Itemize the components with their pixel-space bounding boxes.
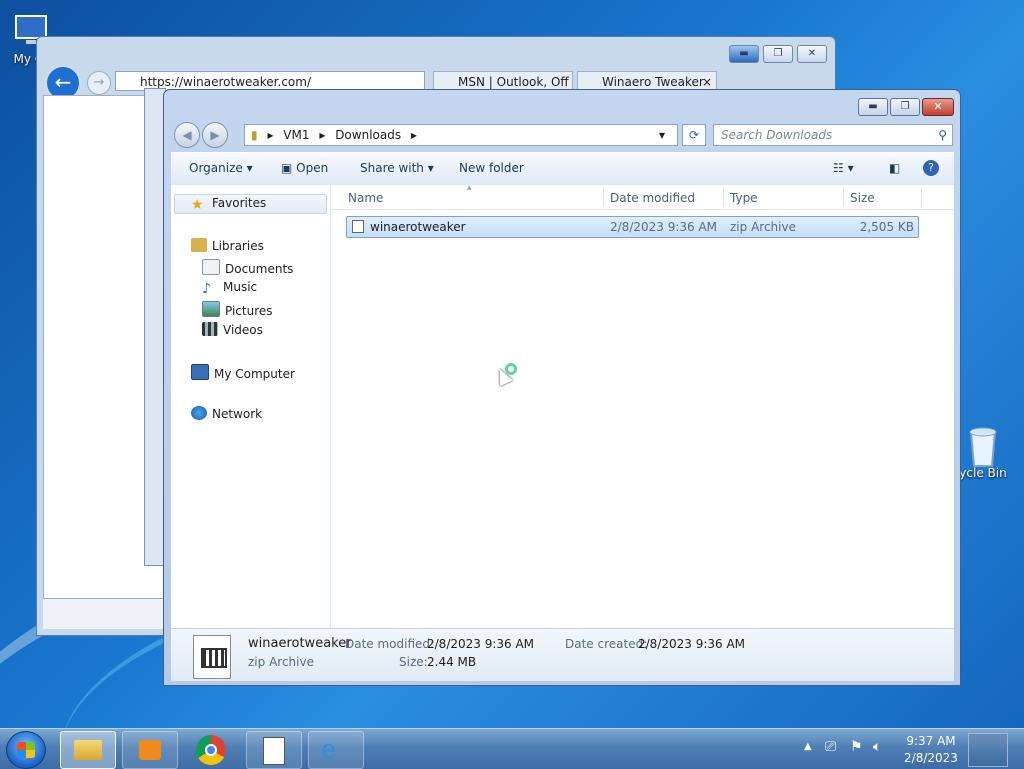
- column-header-name[interactable]: Name: [348, 191, 383, 205]
- column-headers: ▴ Name Date modified Type Size: [331, 183, 954, 210]
- close-button[interactable]: ✕: [922, 98, 954, 116]
- browser-minimize-button[interactable]: ▬: [729, 45, 759, 63]
- file-name: winaerotweaker: [370, 220, 466, 234]
- breadcrumb[interactable]: ▮ ▸ VM1 ▸ Downloads ▸ ▾: [244, 124, 678, 146]
- taskbar-explorer-button[interactable]: [60, 731, 116, 769]
- minimize-button[interactable]: ▬: [858, 98, 888, 116]
- nav-item-favorites[interactable]: ★ Favorites: [191, 196, 266, 213]
- browser-maximize-button[interactable]: ❐: [763, 45, 793, 63]
- network-tray-icon[interactable]: ⎚: [825, 739, 836, 755]
- action-center-icon[interactable]: ⚑: [850, 739, 863, 755]
- search-placeholder: Search Downloads: [721, 128, 833, 142]
- network-icon: [191, 406, 207, 420]
- navigation-pane: ★ Favorites Libraries Documents ♪ Music Pi…: [171, 185, 331, 628]
- details-size-label: Size:: [399, 655, 428, 669]
- open-icon: ▣: [281, 161, 293, 175]
- taskbar-media-player-button[interactable]: [122, 731, 178, 769]
- share-with-button[interactable]: Share with ▾: [360, 161, 434, 175]
- nav-item-documents[interactable]: Documents: [202, 259, 293, 276]
- taskbar-archive-button[interactable]: [246, 731, 302, 769]
- sort-ascending-icon: ▴: [467, 183, 472, 193]
- column-header-size[interactable]: Size: [850, 191, 875, 205]
- details-file-type: zip Archive: [248, 655, 314, 669]
- organize-button[interactable]: Organize ▾: [189, 161, 253, 175]
- breadcrumb-separator-icon: ▸: [267, 128, 274, 142]
- nav-item-computer[interactable]: My Computer: [191, 364, 295, 381]
- breadcrumb-dropdown-icon[interactable]: ▾: [659, 125, 665, 145]
- search-icon: ⚲: [938, 128, 947, 142]
- browser-close-button[interactable]: ✕: [797, 45, 827, 63]
- new-folder-button[interactable]: New folder: [459, 161, 524, 175]
- file-size: 2,505 KB: [859, 220, 914, 234]
- zip-file-icon: [352, 220, 364, 233]
- browser-tab-msn[interactable]: MSN | Outlook, Off: [433, 71, 573, 91]
- breadcrumb-item[interactable]: VM1: [283, 128, 309, 142]
- start-button[interactable]: [6, 731, 46, 769]
- folder-icon: ▮: [251, 128, 258, 142]
- videos-icon: [202, 322, 218, 336]
- breadcrumb-separator-icon: ▸: [319, 128, 326, 142]
- nav-item-music[interactable]: ♪ Music: [202, 280, 257, 297]
- details-pane: winaerotweaker zip Archive Date modified…: [171, 628, 954, 681]
- explorer-body: ★ Favorites Libraries Documents ♪ Music Pi…: [171, 183, 954, 628]
- desktop-icon-label: ycle Bin: [959, 466, 1007, 480]
- archive-icon: [263, 737, 285, 765]
- breadcrumb-item[interactable]: Downloads: [335, 128, 401, 142]
- forward-button[interactable]: ▶: [202, 122, 228, 148]
- column-header-date-modified[interactable]: Date modified: [610, 191, 695, 205]
- maximize-button[interactable]: ❐: [890, 98, 920, 116]
- open-button[interactable]: ▣ Open: [281, 161, 328, 175]
- clock-time[interactable]: 9:37 AM: [901, 734, 961, 748]
- browser-tab-winaero[interactable]: Winaero Tweaker ×: [577, 71, 717, 91]
- taskbar-chrome-button[interactable]: [184, 731, 240, 769]
- browser-forward-button[interactable]: →: [87, 71, 111, 95]
- computer-icon: [191, 364, 209, 380]
- libraries-icon: [191, 238, 207, 252]
- volume-icon[interactable]: 🔈︎: [873, 739, 881, 755]
- details-date-modified: 2/8/2023 9:36 AM: [427, 637, 535, 651]
- clock-date[interactable]: 2/8/2023: [901, 751, 961, 765]
- internet-explorer-icon: e: [321, 735, 337, 765]
- explorer-window[interactable]: ▬ ❐ ✕ ◀ ▶ ▮ ▸ VM1 ▸ Downloads ▸ ▾ ⟳ Sear…: [163, 89, 961, 686]
- chrome-icon: [196, 735, 226, 765]
- taskbar: e ▲ ⎚ ⚑ 🔈︎ 9:37 AM 2/8/2023: [0, 728, 1024, 769]
- documents-icon: [202, 259, 220, 275]
- view-options-icon[interactable]: ☷ ▾: [833, 161, 854, 175]
- nav-item-videos[interactable]: Videos: [202, 322, 263, 337]
- busy-indicator-icon: [505, 363, 517, 375]
- tab-label: MSN | Outlook, Off: [458, 75, 569, 89]
- file-type: zip Archive: [730, 220, 796, 234]
- show-desktop-button[interactable]: [968, 733, 1008, 767]
- music-icon: ♪: [202, 281, 211, 297]
- details-date-created-label: Date created:: [565, 637, 648, 651]
- details-date-created: 2/8/2023 9:36 AM: [638, 637, 746, 651]
- file-row[interactable]: winaerotweaker 2/8/2023 9:36 AM zip Arch…: [346, 216, 919, 238]
- folder-icon: [74, 740, 102, 760]
- url-text: https://winaerotweaker.com/: [140, 75, 311, 89]
- refresh-button[interactable]: ⟳: [682, 124, 706, 146]
- nav-item-libraries[interactable]: Libraries: [191, 238, 264, 253]
- zip-archive-icon: [193, 635, 231, 679]
- details-file-name: winaerotweaker: [248, 636, 352, 651]
- file-date-modified: 2/8/2023 9:36 AM: [610, 220, 718, 234]
- recycle-bin-icon: [963, 424, 1003, 467]
- back-button[interactable]: ◀: [174, 122, 200, 148]
- command-bar: Organize ▾ ▣ Open Share with ▾ New folde…: [171, 152, 954, 186]
- taskbar-ie-button[interactable]: e: [308, 731, 364, 769]
- nav-item-network[interactable]: Network: [191, 406, 262, 421]
- details-size: 2.44 MB: [427, 655, 477, 669]
- preview-pane-icon[interactable]: ◧: [889, 161, 900, 175]
- media-player-icon: [139, 740, 161, 760]
- details-date-modified-label: Date modified:: [345, 637, 435, 651]
- help-icon[interactable]: ?: [923, 160, 939, 176]
- tab-label: Winaero Tweaker: [602, 75, 704, 89]
- column-header-type[interactable]: Type: [730, 191, 758, 205]
- show-hidden-icons-icon[interactable]: ▲: [804, 741, 812, 752]
- breadcrumb-separator-icon: ▸: [410, 128, 417, 142]
- pictures-icon: [202, 301, 220, 317]
- nav-item-pictures[interactable]: Pictures: [202, 301, 273, 318]
- search-input[interactable]: Search Downloads ⚲: [713, 124, 953, 146]
- star-icon: ★: [191, 197, 204, 213]
